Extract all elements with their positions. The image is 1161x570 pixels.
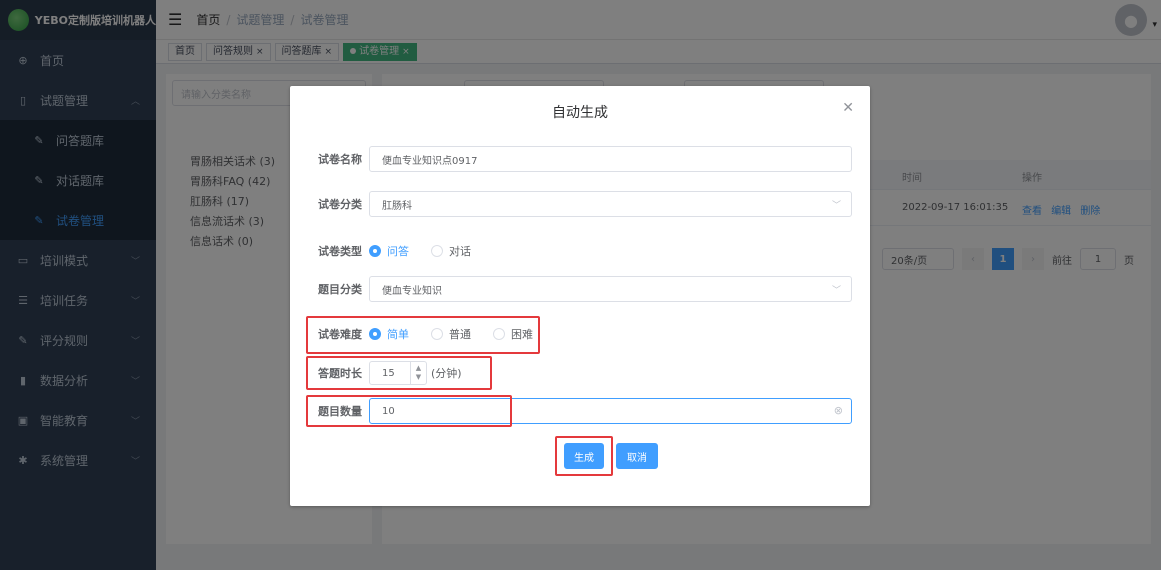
field-label: 题目分类	[318, 283, 362, 296]
field-label: 试卷类型	[318, 245, 362, 258]
paper-category-select[interactable]: 肛肠科 ﹀	[369, 191, 852, 217]
radio-label: 对话	[449, 245, 471, 258]
close-icon[interactable]: ✕	[842, 100, 854, 116]
field-label: 试卷名称	[318, 153, 362, 166]
field-label: 试卷分类	[318, 198, 362, 211]
radio-label: 问答	[387, 245, 409, 258]
chevron-down-icon: ﹀	[831, 201, 841, 211]
form-row-paper-name: 试卷名称 便血专业知识点0917	[318, 146, 852, 172]
radio-checked-icon	[369, 245, 381, 257]
paper-type-radio-dialogue[interactable]: 对话	[431, 243, 471, 259]
form-row-paper-type: 试卷类型 问答 对话	[318, 238, 852, 264]
highlight-box-duration	[306, 356, 492, 390]
select-value: 肛肠科	[382, 200, 412, 212]
input-value: 便血专业知识点0917	[382, 155, 478, 167]
form-row-paper-category: 试卷分类 肛肠科 ﹀	[318, 191, 852, 217]
form-row-question-category: 题目分类 便血专业知识 ﹀	[318, 276, 852, 302]
radio-icon	[431, 245, 443, 257]
question-category-select[interactable]: 便血专业知识 ﹀	[369, 276, 852, 302]
paper-type-radio-qa[interactable]: 问答	[369, 243, 409, 259]
highlight-box-count	[306, 395, 512, 427]
auto-generate-dialog: 自动生成 ✕ 试卷名称 便血专业知识点0917 试卷分类 肛肠科 ﹀ 试卷类型 问…	[290, 86, 870, 506]
select-value: 便血专业知识	[382, 285, 442, 297]
highlight-box-difficulty	[306, 316, 540, 354]
dialog-title: 自动生成	[552, 105, 608, 121]
cancel-button[interactable]: 取消	[616, 443, 658, 469]
paper-name-input[interactable]: 便血专业知识点0917	[369, 146, 852, 172]
highlight-box-generate	[555, 436, 613, 476]
chevron-down-icon: ﹀	[831, 286, 841, 296]
clear-icon[interactable]: ⊗	[834, 404, 843, 417]
